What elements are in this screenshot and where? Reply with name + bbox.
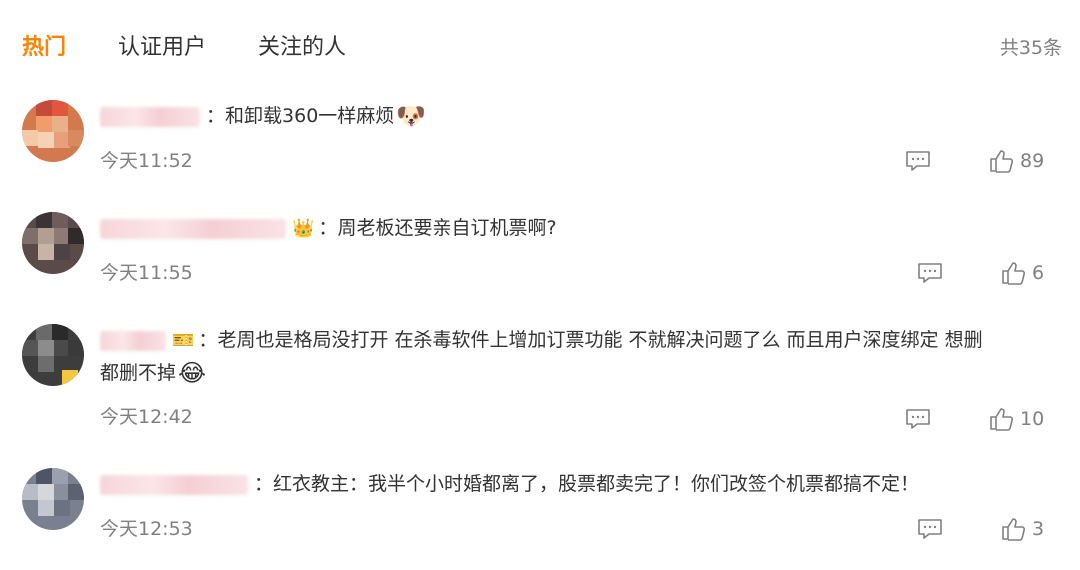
like-button[interactable]: 10 [988,406,1046,432]
comment-text: 周老板还要亲自订机票啊? [337,217,557,239]
thumbs-up-icon [990,150,1014,173]
laugh-cry-emoji-icon: 😂 [178,359,207,387]
username-separator: ： [318,217,338,239]
like-button[interactable]: 89 [988,148,1046,174]
avatar[interactable] [22,468,84,530]
avatar[interactable] [22,100,84,162]
like-count: 3 [1032,518,1045,540]
tab-hot[interactable]: 热门 [22,30,66,66]
like-count: 10 [1020,408,1045,430]
comment-timestamp: 今天12:42 [100,406,193,428]
username-separator: ： [198,329,218,351]
like-count: 6 [1032,262,1045,284]
like-button[interactable]: 6 [1000,260,1058,286]
comment-content-continued: 都删不掉😂 [100,357,1062,390]
comment-actions: 6 [916,258,1058,288]
comment-actions: 10 [904,404,1046,434]
reply-icon[interactable] [904,407,932,431]
comment-content: ：和卸载360一样麻烦🐶 [100,100,1062,133]
reply-icon[interactable] [916,261,944,285]
like-button[interactable]: 3 [1000,516,1058,542]
comment-timestamp: 今天11:55 [100,262,193,284]
comment-item: 🎫 ：老周也是格局没打开 在杀毒软件上增加订票功能 不就解决问题了么 而且用户深度… [0,322,1080,452]
reply-icon[interactable] [904,149,932,173]
reply-icon[interactable] [916,517,944,541]
comment-item: 👑 ：周老板还要亲自订机票啊? 今天11:55 6 [0,210,1080,310]
username-blurred[interactable] [100,106,200,127]
comment-timestamp: 今天11:52 [100,150,193,172]
tab-following[interactable]: 关注的人 [258,30,346,66]
comment-text: 和卸载360一样麻烦 [225,105,395,127]
comment-content: 👑 ：周老板还要亲自订机票啊? [100,212,1062,245]
comment-item: ：和卸载360一样麻烦🐶 今天11:52 89 [0,98,1080,198]
thumbs-up-icon [1002,518,1026,541]
comment-actions: 89 [904,146,1046,176]
avatar[interactable] [22,324,84,386]
comment-filter-tabs: 热门 认证用户 关注的人 [22,30,398,66]
comment-timestamp: 今天12:53 [100,518,193,540]
comment-body: ：红衣教主：我半个小时婚都离了，股票都卖完了！你们改签个机票都搞不定！ 今天12… [100,468,1062,540]
username-separator: ： [254,473,274,495]
comment-item: ：红衣教主：我半个小时婚都离了，股票都卖完了！你们改签个机票都搞不定！ 今天12… [0,466,1080,566]
username-blurred[interactable] [100,330,166,351]
doge-emoji-icon: 🐶 [396,102,427,130]
thumbs-up-icon [1002,262,1026,285]
tab-verified-users[interactable]: 认证用户 [118,30,206,66]
comment-body: ：和卸载360一样麻烦🐶 今天11:52 [100,100,1062,172]
ticket-badge-icon: 🎫 [172,330,195,351]
comment-total-count: 共35条 [999,37,1062,59]
comment-text: 红衣教主：我半个小时婚都离了，股票都卖完了！你们改签个机票都搞不定！ [273,473,920,495]
avatar[interactable] [22,212,84,274]
comment-text: 老周也是格局没打开 在杀毒软件上增加订票功能 不就解决问题了么 而且用户深度绑定… [217,329,983,351]
comment-text-continued: 都删不掉 [100,362,177,384]
username-separator: ： [206,105,226,127]
username-blurred[interactable] [100,474,248,495]
comment-actions: 3 [916,514,1058,544]
comment-body: 🎫 ：老周也是格局没打开 在杀毒软件上增加订票功能 不就解决问题了么 而且用户深度… [100,324,1062,428]
like-count: 89 [1020,150,1045,172]
comment-content: ：红衣教主：我半个小时婚都离了，股票都卖完了！你们改签个机票都搞不定！ [100,468,1062,501]
comment-content: 🎫 ：老周也是格局没打开 在杀毒软件上增加订票功能 不就解决问题了么 而且用户深度… [100,324,1062,357]
thumbs-up-icon [990,408,1014,431]
comment-body: 👑 ：周老板还要亲自订机票啊? 今天11:55 [100,212,1062,284]
crown-badge-icon: 👑 [292,218,315,239]
username-blurred[interactable] [100,218,286,239]
